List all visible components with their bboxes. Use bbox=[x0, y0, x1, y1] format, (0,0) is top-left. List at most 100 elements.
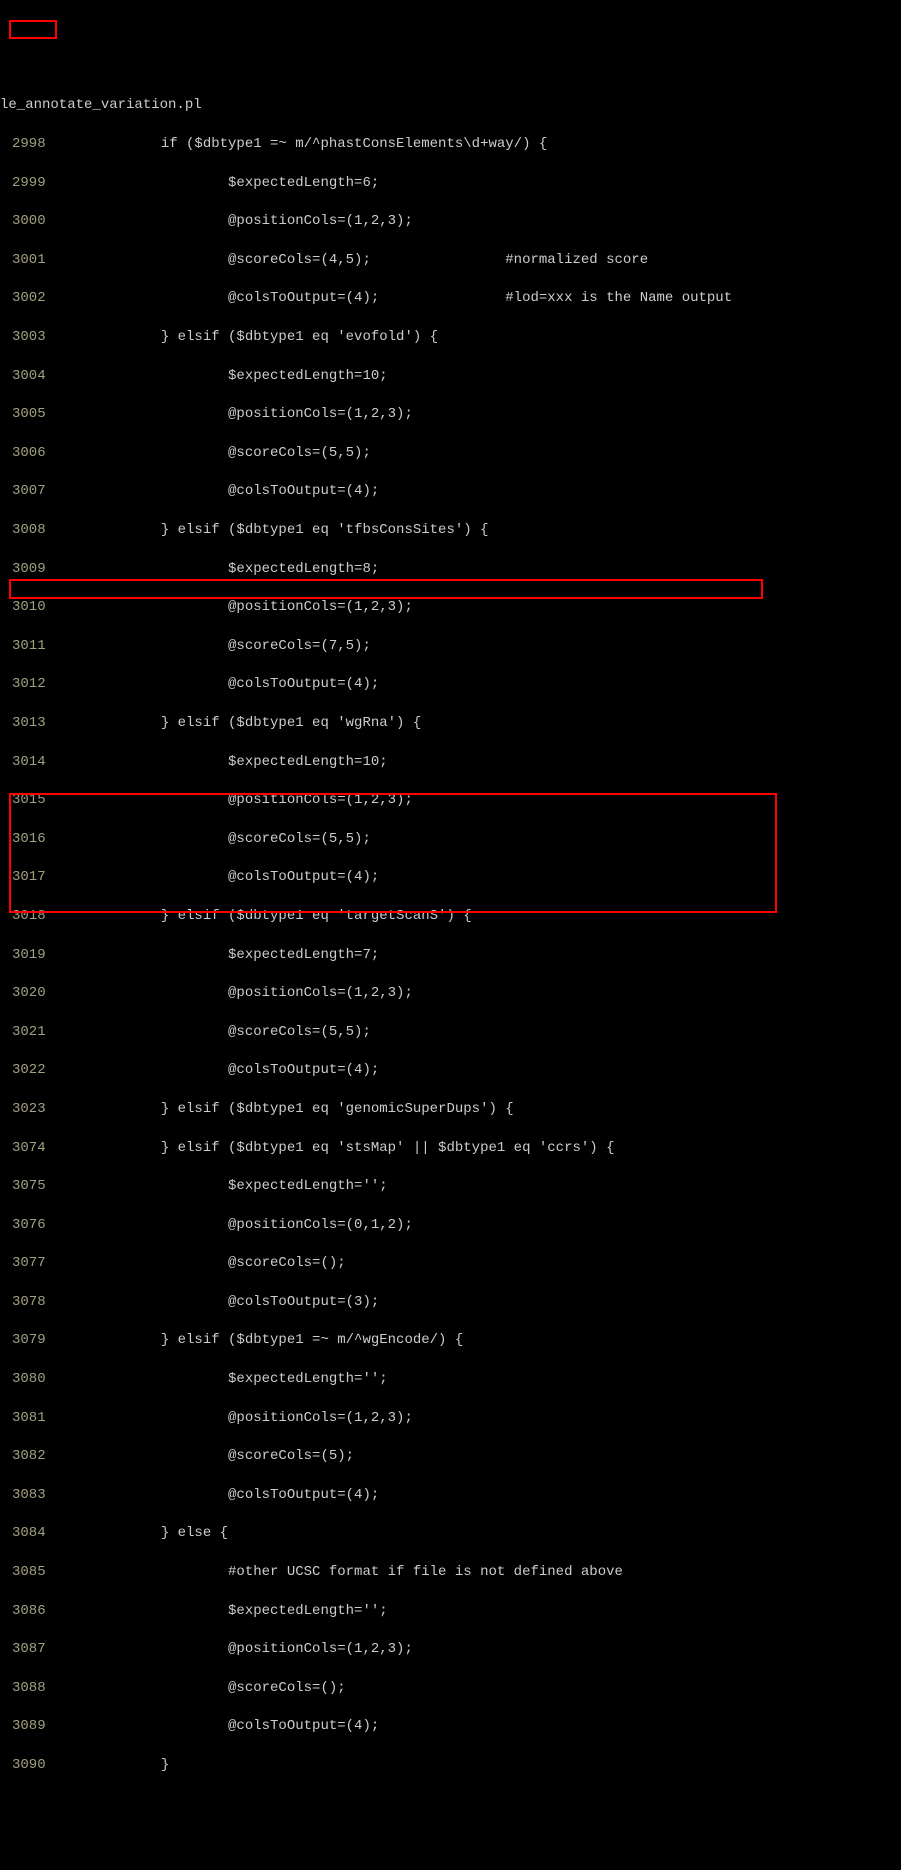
code-line[interactable]: 3079 } elsif ($dbtype1 =~ m/^wgEncode/) … bbox=[0, 1331, 901, 1350]
filename: le_annotate_variation.pl bbox=[0, 96, 202, 115]
code-line[interactable]: 3076 @positionCols=(0,1,2); bbox=[0, 1216, 901, 1235]
code-content: @scoreCols=(5,5); bbox=[60, 1023, 371, 1042]
line-number: 3079 bbox=[0, 1331, 60, 1350]
code-content: } elsif ($dbtype1 eq 'evofold') { bbox=[60, 328, 438, 347]
code-line[interactable]: 3021 @scoreCols=(5,5); bbox=[0, 1023, 901, 1042]
code-line[interactable]: 3088 @scoreCols=(); bbox=[0, 1679, 901, 1698]
code-content: } elsif ($dbtype1 eq 'genomicSuperDups')… bbox=[60, 1100, 514, 1119]
code-content: @positionCols=(1,2,3); bbox=[60, 405, 413, 424]
line-number: 3074 bbox=[0, 1139, 60, 1158]
code-line[interactable]: 3007 @colsToOutput=(4); bbox=[0, 482, 901, 501]
code-line[interactable]: 3011 @scoreCols=(7,5); bbox=[0, 637, 901, 656]
code-line[interactable]: 3022 @colsToOutput=(4); bbox=[0, 1061, 901, 1080]
code-line[interactable]: 3018 } elsif ($dbtype1 eq 'targetScanS')… bbox=[0, 907, 901, 926]
code-content: $expectedLength=''; bbox=[60, 1177, 388, 1196]
line-number: 2999 bbox=[0, 174, 60, 193]
code-line[interactable]: 3016 @scoreCols=(5,5); bbox=[0, 830, 901, 849]
code-line[interactable] bbox=[0, 1833, 901, 1852]
code-line[interactable]: 3013 } elsif ($dbtype1 eq 'wgRna') { bbox=[0, 714, 901, 733]
line-number: 3009 bbox=[0, 560, 60, 579]
code-line[interactable]: 3014 $expectedLength=10; bbox=[0, 753, 901, 772]
code-content: $expectedLength=''; bbox=[60, 1602, 388, 1621]
code-line[interactable]: 3083 @colsToOutput=(4); bbox=[0, 1486, 901, 1505]
code-content: } else { bbox=[60, 1524, 228, 1543]
code-content: @positionCols=(1,2,3); bbox=[60, 1640, 413, 1659]
code-content: @positionCols=(0,1,2); bbox=[60, 1216, 413, 1235]
code-content: @scoreCols=(5,5); bbox=[60, 444, 371, 463]
code-content: @scoreCols=(5,5); bbox=[60, 830, 371, 849]
code-line[interactable]: 3000 @positionCols=(1,2,3); bbox=[0, 212, 901, 231]
code-content: @positionCols=(1,2,3); bbox=[60, 984, 413, 1003]
code-line[interactable]: 3015 @positionCols=(1,2,3); bbox=[0, 791, 901, 810]
line-number: 3077 bbox=[0, 1254, 60, 1273]
code-line[interactable]: 3004 $expectedLength=10; bbox=[0, 367, 901, 386]
code-line[interactable]: 3084 } else { bbox=[0, 1524, 901, 1543]
code-content: @scoreCols=(5); bbox=[60, 1447, 354, 1466]
code-content: if ($dbtype1 =~ m/^phastConsElements\d+w… bbox=[60, 135, 547, 154]
code-line[interactable]: 3003 } elsif ($dbtype1 eq 'evofold') { bbox=[0, 328, 901, 347]
filename-line: le_annotate_variation.pl bbox=[0, 96, 901, 115]
code-line[interactable]: 3074 } elsif ($dbtype1 eq 'stsMap' || $d… bbox=[0, 1139, 901, 1158]
code-line[interactable]: 3008 } elsif ($dbtype1 eq 'tfbsConsSites… bbox=[0, 521, 901, 540]
line-number: 3090 bbox=[0, 1756, 60, 1775]
code-line[interactable]: 2999 $expectedLength=6; bbox=[0, 174, 901, 193]
code-content: @positionCols=(1,2,3); bbox=[60, 1409, 413, 1428]
code-editor: le_annotate_variation.pl 2998 if ($dbtyp… bbox=[0, 77, 901, 1870]
code-content: } elsif ($dbtype1 eq 'wgRna') { bbox=[60, 714, 421, 733]
code-line[interactable]: 3009 $expectedLength=8; bbox=[0, 560, 901, 579]
line-number: 3014 bbox=[0, 753, 60, 772]
code-line[interactable]: 3089 @colsToOutput=(4); bbox=[0, 1717, 901, 1736]
code-content: } elsif ($dbtype1 eq 'tfbsConsSites') { bbox=[60, 521, 488, 540]
line-number: 3082 bbox=[0, 1447, 60, 1466]
line-number: 3004 bbox=[0, 367, 60, 386]
code-line[interactable]: 3081 @positionCols=(1,2,3); bbox=[0, 1409, 901, 1428]
code-line[interactable]: 3075 $expectedLength=''; bbox=[0, 1177, 901, 1196]
code-line[interactable]: 3077 @scoreCols=(); bbox=[0, 1254, 901, 1273]
code-line[interactable]: 3012 @colsToOutput=(4); bbox=[0, 675, 901, 694]
line-number: 3013 bbox=[0, 714, 60, 733]
code-content: @colsToOutput=(4); bbox=[60, 1061, 379, 1080]
line-number: 3016 bbox=[0, 830, 60, 849]
code-line[interactable]: 3085 #other UCSC format if file is not d… bbox=[0, 1563, 901, 1582]
line-number: 3018 bbox=[0, 907, 60, 926]
code-line[interactable]: 3087 @positionCols=(1,2,3); bbox=[0, 1640, 901, 1659]
line-number: 3003 bbox=[0, 328, 60, 347]
line-number: 3007 bbox=[0, 482, 60, 501]
code-line[interactable]: 2998 if ($dbtype1 =~ m/^phastConsElement… bbox=[0, 135, 901, 154]
line-number: 2998 bbox=[0, 135, 60, 154]
code-content: } elsif ($dbtype1 eq 'targetScanS') { bbox=[60, 907, 472, 926]
code-line[interactable]: 3006 @scoreCols=(5,5); bbox=[0, 444, 901, 463]
code-line[interactable] bbox=[0, 1795, 901, 1814]
code-line[interactable]: 3080 $expectedLength=''; bbox=[0, 1370, 901, 1389]
code-line[interactable]: 3090 } bbox=[0, 1756, 901, 1775]
line-number bbox=[0, 1795, 60, 1814]
line-number: 3012 bbox=[0, 675, 60, 694]
code-line[interactable]: 3078 @colsToOutput=(3); bbox=[0, 1293, 901, 1312]
code-line[interactable]: 3002 @colsToOutput=(4); #lod=xxx is the … bbox=[0, 289, 901, 308]
code-content: @colsToOutput=(4); #lod=xxx is the Name … bbox=[60, 289, 732, 308]
code-content: $expectedLength=''; bbox=[60, 1370, 388, 1389]
code-line[interactable]: 3023 } elsif ($dbtype1 eq 'genomicSuperD… bbox=[0, 1100, 901, 1119]
line-number: 3088 bbox=[0, 1679, 60, 1698]
line-number: 3008 bbox=[0, 521, 60, 540]
code-content: @colsToOutput=(3); bbox=[60, 1293, 379, 1312]
line-number: 3001 bbox=[0, 251, 60, 270]
code-content: $expectedLength=10; bbox=[60, 367, 388, 386]
code-line[interactable]: 3082 @scoreCols=(5); bbox=[0, 1447, 901, 1466]
code-content: } bbox=[60, 1756, 169, 1775]
line-number: 3081 bbox=[0, 1409, 60, 1428]
code-line[interactable]: 3020 @positionCols=(1,2,3); bbox=[0, 984, 901, 1003]
code-content: @colsToOutput=(4); bbox=[60, 482, 379, 501]
code-content: @scoreCols=(); bbox=[60, 1679, 346, 1698]
code-line[interactable]: 3086 $expectedLength=''; bbox=[0, 1602, 901, 1621]
line-number: 3075 bbox=[0, 1177, 60, 1196]
line-number: 3019 bbox=[0, 946, 60, 965]
code-line[interactable]: 3010 @positionCols=(1,2,3); bbox=[0, 598, 901, 617]
line-number: 3089 bbox=[0, 1717, 60, 1736]
code-line[interactable]: 3019 $expectedLength=7; bbox=[0, 946, 901, 965]
code-line[interactable]: 3017 @colsToOutput=(4); bbox=[0, 868, 901, 887]
code-content: $expectedLength=8; bbox=[60, 560, 379, 579]
code-content: @colsToOutput=(4); bbox=[60, 1717, 379, 1736]
code-line[interactable]: 3005 @positionCols=(1,2,3); bbox=[0, 405, 901, 424]
code-line[interactable]: 3001 @scoreCols=(4,5); #normalized score bbox=[0, 251, 901, 270]
